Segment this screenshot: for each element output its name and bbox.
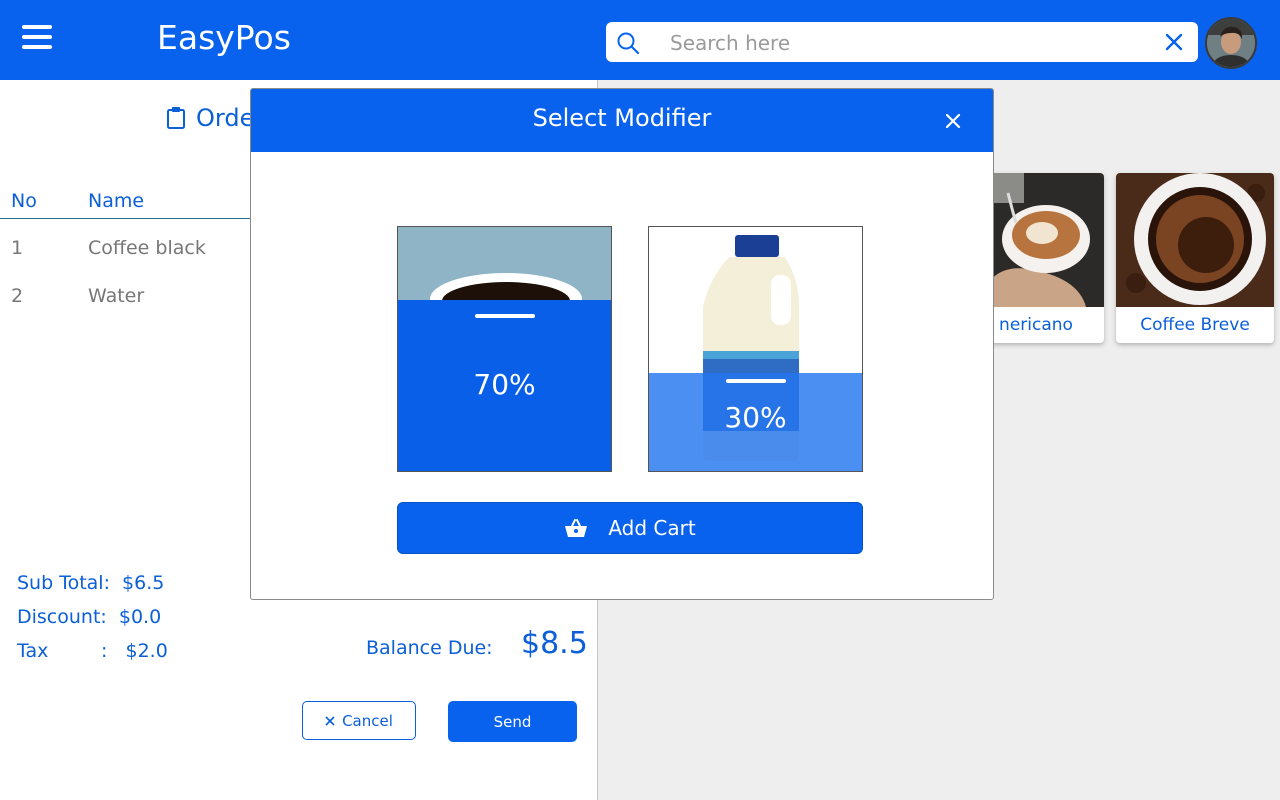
add-cart-button[interactable]: Add Cart	[397, 502, 863, 554]
coffee-fill-handle[interactable]	[474, 314, 535, 318]
dialog-title: Select Modifier	[532, 104, 712, 132]
top-bar: EasyPos	[0, 0, 1280, 80]
row-number: 1	[11, 237, 24, 259]
discount-label: Discount:	[17, 606, 107, 628]
milk-fill-handle[interactable]	[725, 379, 786, 383]
add-cart-label: Add Cart	[608, 516, 696, 540]
search-icon[interactable]	[616, 31, 640, 55]
row-number: 2	[11, 285, 24, 307]
discount-line: Discount: $0.0	[17, 606, 161, 628]
send-label: Send	[493, 712, 532, 731]
subtotal-label: Sub Total:	[17, 572, 110, 594]
app-title: EasyPos	[157, 18, 291, 57]
table-header-divider	[0, 218, 250, 219]
column-header-name: Name	[88, 190, 145, 212]
row-name: Water	[88, 285, 145, 307]
clear-search-icon[interactable]	[1164, 32, 1184, 52]
select-modifier-dialog: Select Modifier 70% 30% Add Cart	[250, 88, 994, 600]
menu-icon[interactable]	[22, 25, 52, 49]
send-button[interactable]: Send	[448, 701, 577, 742]
search-input[interactable]	[668, 28, 1152, 58]
column-header-no: No	[11, 190, 37, 212]
cancel-button[interactable]: Cancel	[302, 701, 416, 740]
tax-label: Tax	[17, 640, 49, 662]
modifier-option-milk[interactable]: 30%	[648, 226, 863, 472]
balance-due-label: Balance Due:	[366, 637, 493, 659]
subtotal-value: $6.5	[122, 572, 165, 594]
product-label: Coffee Breve	[1140, 315, 1250, 335]
clipboard-icon	[167, 107, 185, 129]
discount-value: $0.0	[118, 606, 162, 628]
tax-separator: :	[101, 640, 108, 662]
order-heading: Orde	[166, 104, 254, 132]
balance-due-value: $8.5	[521, 626, 588, 661]
row-name: Coffee black	[88, 237, 206, 259]
order-heading-label: Orde	[196, 104, 255, 132]
user-avatar[interactable]	[1205, 17, 1257, 69]
coffee-breve-image	[1116, 173, 1274, 307]
search-bar	[606, 22, 1198, 62]
tax-line: Tax : $2.0	[17, 640, 168, 662]
coffee-percent: 70%	[473, 368, 536, 401]
cancel-label: Cancel	[342, 711, 393, 730]
close-icon[interactable]	[944, 112, 962, 130]
milk-percent: 30%	[724, 401, 787, 434]
basket-icon	[565, 519, 588, 537]
subtotal-line: Sub Total: $6.5	[17, 572, 164, 594]
product-card[interactable]: Coffee Breve	[1116, 173, 1274, 343]
modifier-option-coffee[interactable]: 70%	[397, 226, 612, 472]
dialog-header: Select Modifier	[251, 89, 993, 152]
close-icon	[325, 715, 335, 726]
tax-value: $2.0	[125, 640, 168, 662]
